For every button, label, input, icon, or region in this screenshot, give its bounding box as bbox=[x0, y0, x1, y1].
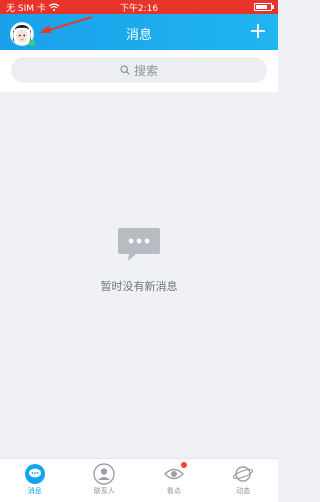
search-area: 搜索 bbox=[0, 50, 278, 92]
tab-label: 看点 bbox=[166, 487, 181, 495]
annotation-arrow bbox=[39, 16, 93, 33]
search-icon bbox=[120, 65, 130, 75]
tab-moments[interactable]: 动态 bbox=[209, 459, 279, 502]
status-bar: 无 SIM 卡 下午2:16 bbox=[0, 0, 278, 14]
contacts-icon bbox=[93, 463, 115, 485]
tab-discover[interactable]: 看点 bbox=[139, 459, 209, 502]
tab-bar: 消息 联系人 看点 动态 bbox=[0, 458, 278, 502]
tab-label: 消息 bbox=[27, 487, 42, 495]
add-button[interactable] bbox=[248, 21, 268, 41]
carrier-label: 无 SIM 卡 bbox=[6, 3, 46, 14]
notification-badge bbox=[180, 462, 187, 468]
message-list-empty: 暂时没有新消息 bbox=[0, 92, 278, 432]
plus-icon bbox=[251, 24, 265, 38]
tab-label: 联系人 bbox=[93, 487, 115, 495]
tab-messages[interactable]: 消息 bbox=[0, 459, 70, 502]
empty-message: 暂时没有新消息 bbox=[100, 280, 178, 293]
battery-icon bbox=[254, 3, 274, 11]
planet-icon bbox=[233, 466, 254, 482]
search-placeholder: 搜索 bbox=[133, 63, 158, 78]
status-left: 无 SIM 卡 bbox=[6, 1, 59, 14]
tab-label: 动态 bbox=[236, 487, 251, 495]
search-input[interactable]: 搜索 bbox=[11, 57, 267, 83]
wifi-icon bbox=[48, 3, 59, 11]
tab-contacts[interactable]: 联系人 bbox=[70, 459, 140, 502]
message-icon bbox=[24, 464, 45, 484]
chat-bubble-icon bbox=[118, 228, 160, 261]
status-time: 下午2:16 bbox=[119, 3, 159, 14]
